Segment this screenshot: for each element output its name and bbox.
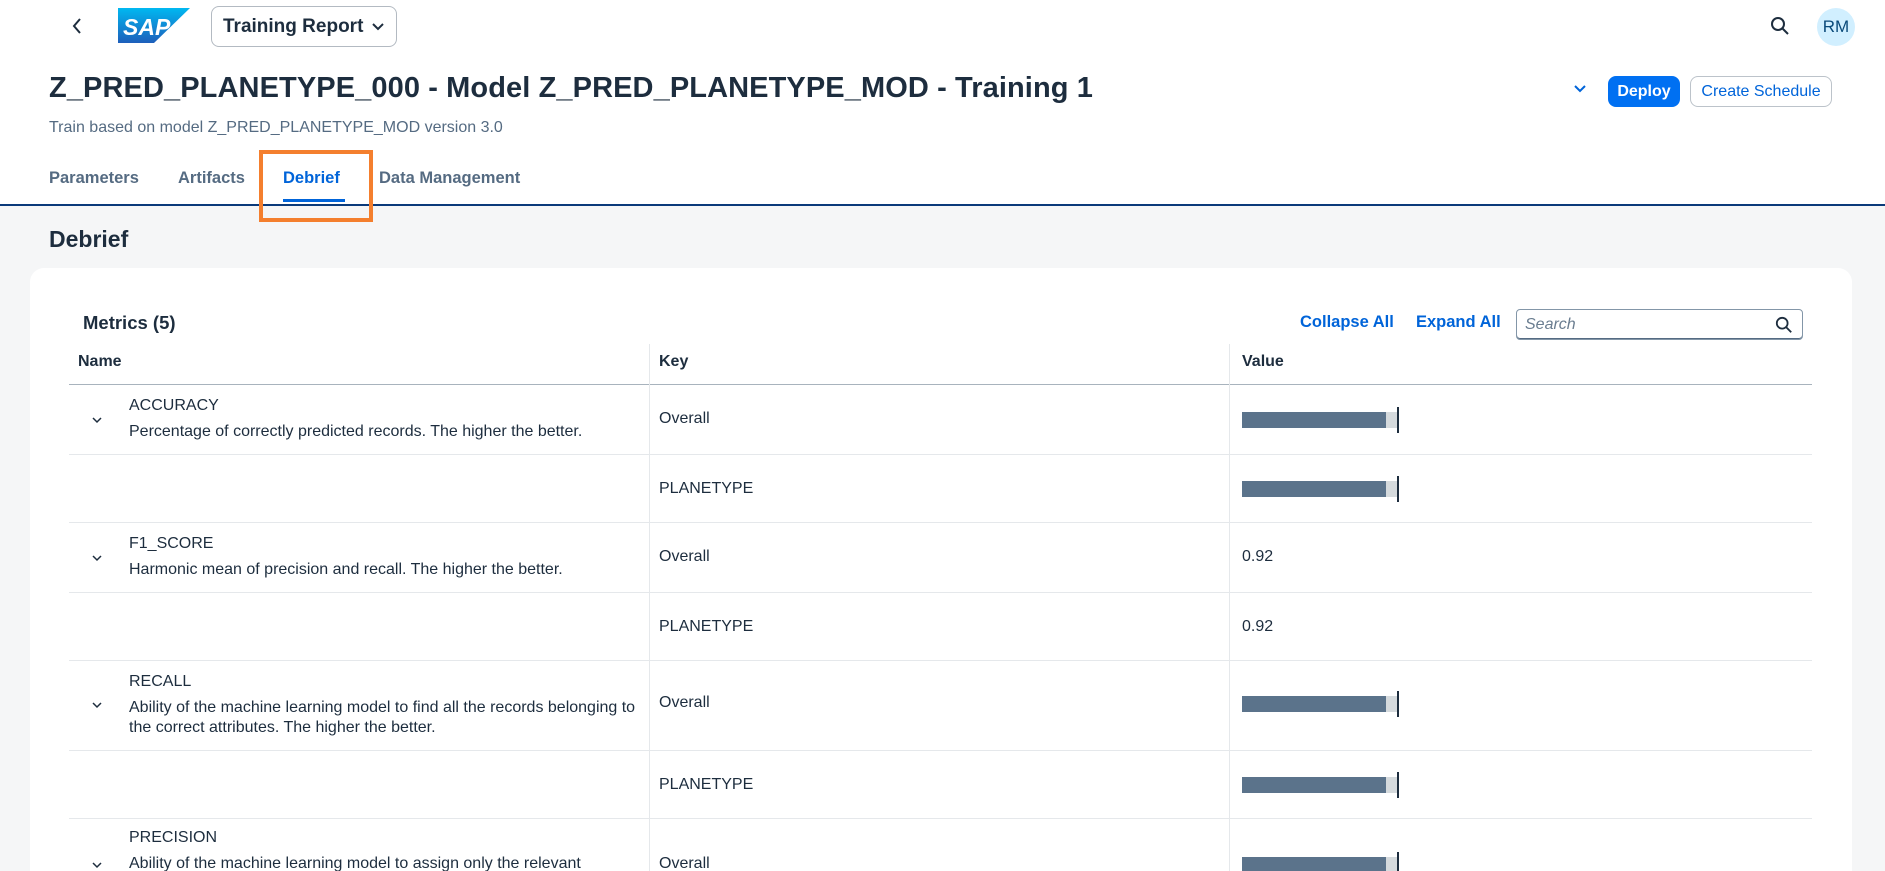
back-icon[interactable] [64,12,90,40]
expand-chevron-icon[interactable] [86,694,108,716]
search-icon[interactable] [1773,314,1795,336]
avatar[interactable]: RM [1817,8,1855,46]
deploy-button[interactable]: Deploy [1608,76,1680,107]
expand-chevron-icon[interactable] [86,409,108,431]
page-subtitle: Train based on model Z_PRED_PLANETYPE_MO… [49,119,503,136]
bar-fill [1242,777,1386,793]
metric-key: Overall [659,410,710,427]
expand-chevron-icon[interactable] [86,854,108,871]
table-row[interactable]: ACCURACY Percentage of correctly predict… [69,385,1812,455]
create-schedule-button[interactable]: Create Schedule [1690,76,1832,107]
expand-chevron-icon[interactable] [86,547,108,569]
metric-value: 0.92 [1242,618,1274,635]
app-title-menu[interactable]: Training Report [211,6,398,47]
sap-logo[interactable]: SAP [118,8,190,43]
bar-target-marker [1397,407,1399,433]
value-bullet-chart [1242,772,1400,798]
table-row[interactable]: PLANETYPE 0.92 [69,593,1812,661]
metric-key: Overall [659,694,710,711]
table-row[interactable]: RECALL Ability of the machine learning m… [69,661,1812,751]
tab-highlight-box [259,150,373,222]
metric-name: PRECISION [129,829,218,846]
chevron-down-icon [1574,85,1586,93]
bar-target-marker [1397,852,1399,871]
tab-artifacts[interactable]: Artifacts [178,169,245,188]
bar-target-marker [1397,691,1399,717]
metric-description: Percentage of correctly predicted record… [129,423,583,440]
metric-name: ACCURACY [129,397,219,414]
chevron-down-icon [372,22,385,30]
bar-fill [1242,481,1386,497]
bar-fill [1242,857,1386,871]
expand-all-button[interactable]: Expand All [1416,313,1501,332]
bar-target-marker [1397,772,1399,798]
metric-description: Harmonic mean of precision and recall. T… [129,561,563,578]
metric-description: Ability of the machine learning model to… [129,855,581,871]
tab-parameters[interactable]: Parameters [49,169,139,188]
table-row[interactable]: PRECISION Ability of the machine learnin… [69,819,1812,871]
metric-value: 0.92 [1242,548,1274,565]
table-row[interactable]: PLANETYPE [69,455,1812,523]
section-title: Debrief [49,226,129,252]
value-bullet-chart [1242,691,1400,717]
metrics-title: Metrics (5) [83,312,176,333]
bar-fill [1242,412,1386,428]
shell-bar: SAP Training Report RM [0,0,1885,52]
metric-key: Overall [659,855,710,871]
collapse-all-button[interactable]: Collapse All [1300,313,1394,332]
search-icon[interactable] [1766,12,1794,40]
metric-key: Overall [659,548,710,565]
column-header-value[interactable]: Value [1242,353,1284,371]
header-collapse-button[interactable] [1567,76,1593,102]
metric-key: PLANETYPE [659,618,754,635]
column-header-name[interactable]: Name [78,353,122,371]
metric-name: RECALL [129,673,192,690]
column-header-key[interactable]: Key [659,353,688,371]
search-input[interactable] [1525,314,1765,336]
value-bullet-chart [1242,852,1400,871]
metric-key: PLANETYPE [659,480,754,497]
metrics-search-field[interactable] [1516,309,1803,340]
metric-name: F1_SCORE [129,535,214,552]
app-title: Training Report [223,15,364,37]
value-bullet-chart [1242,407,1400,433]
bar-target-marker [1397,476,1399,502]
table-header: Name Key Value [69,344,1812,385]
svg-text:SAP: SAP [123,14,171,40]
page-title: Z_PRED_PLANETYPE_000 - Model Z_PRED_PLAN… [49,72,1093,104]
metric-description: Ability of the machine learning model to… [129,699,636,736]
table-row[interactable]: F1_SCORE Harmonic mean of precision and … [69,523,1812,593]
tab-data-management[interactable]: Data Management [379,169,520,188]
bar-fill [1242,696,1386,712]
table-row[interactable]: PLANETYPE [69,751,1812,819]
metric-key: PLANETYPE [659,776,754,793]
value-bullet-chart [1242,476,1400,502]
